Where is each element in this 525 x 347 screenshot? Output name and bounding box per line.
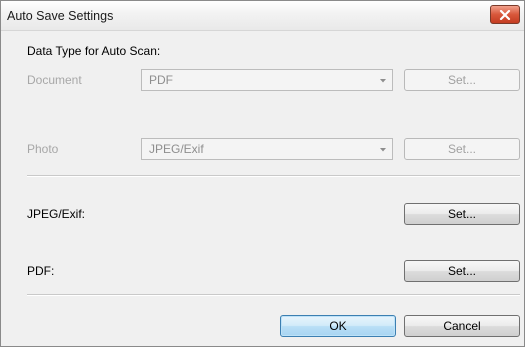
pdf-label: PDF: <box>27 264 55 278</box>
document-label: Document <box>27 73 82 87</box>
separator <box>27 294 520 296</box>
document-type-value: PDF <box>149 73 173 87</box>
window-title: Auto Save Settings <box>7 9 114 23</box>
title-bar: Auto Save Settings <box>1 1 524 31</box>
photo-set-button[interactable]: Set... <box>404 138 520 160</box>
photo-type-select[interactable]: JPEG/Exif <box>141 138 393 160</box>
chevron-down-icon <box>380 148 386 152</box>
close-button[interactable] <box>490 5 520 24</box>
document-type-select[interactable]: PDF <box>141 69 393 91</box>
photo-label: Photo <box>27 142 59 156</box>
ok-button[interactable]: OK <box>280 315 396 337</box>
photo-type-value: JPEG/Exif <box>149 142 204 156</box>
chevron-down-icon <box>380 79 386 83</box>
close-icon <box>499 9 511 20</box>
jpeg-exif-set-button[interactable]: Set... <box>404 203 520 225</box>
separator <box>27 175 520 177</box>
jpeg-exif-label: JPEG/Exif: <box>27 207 86 221</box>
pdf-set-button[interactable]: Set... <box>404 260 520 282</box>
document-set-button[interactable]: Set... <box>404 69 520 91</box>
auto-save-settings-dialog: Auto Save Settings Data Type for Auto Sc… <box>0 0 525 347</box>
auto-scan-heading: Data Type for Auto Scan: <box>27 44 161 58</box>
cancel-button[interactable]: Cancel <box>404 315 520 337</box>
